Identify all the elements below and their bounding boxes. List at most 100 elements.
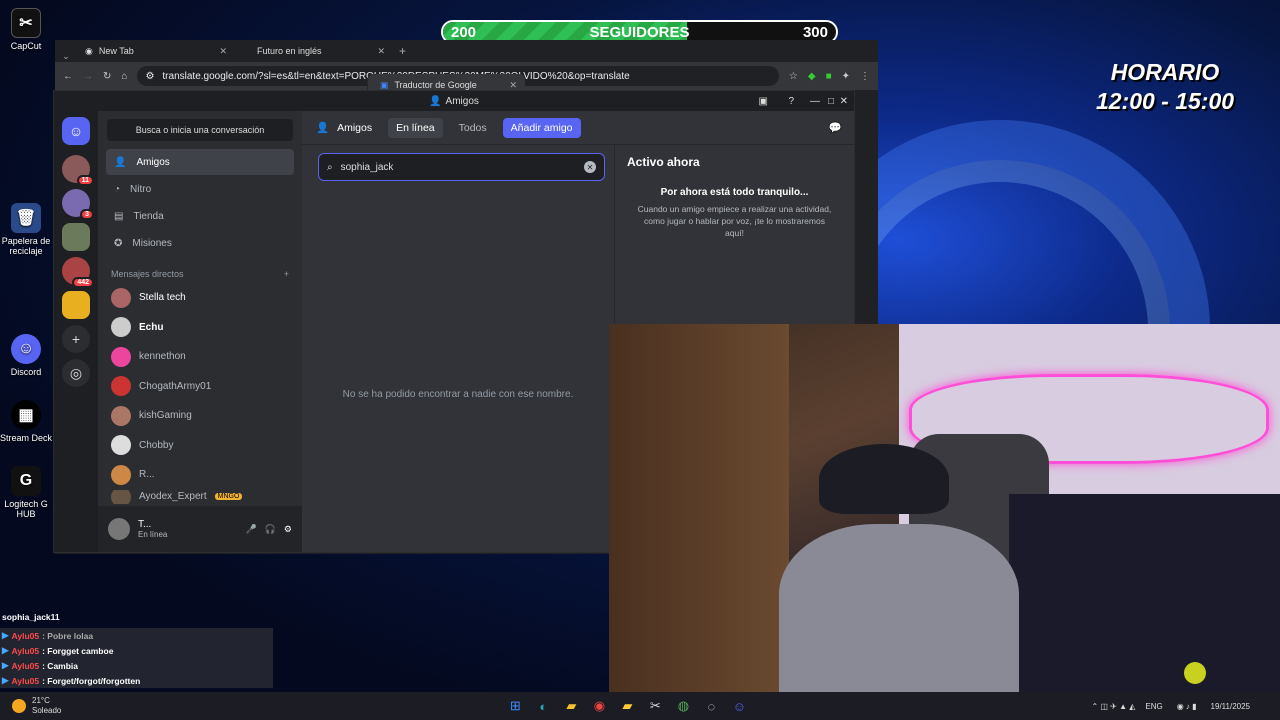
nav-friends[interactable]: 👤 Amigos	[106, 149, 294, 175]
server-icon[interactable]: 3	[62, 189, 94, 220]
clear-search-icon[interactable]: ✕	[584, 161, 596, 173]
avatar	[111, 376, 131, 397]
desktop-icon-label: Discord	[10, 367, 42, 377]
chat-message: ▶ Aylu05: Pobre lolaa	[0, 628, 273, 643]
minimize-icon[interactable]: —	[810, 96, 820, 107]
search-value: sophia_jack	[340, 161, 394, 173]
nav-quests[interactable]: ✪ Misiones	[106, 230, 294, 256]
file-explorer-icon[interactable]: ▰	[561, 696, 581, 716]
dm-name: kennethon	[139, 351, 186, 363]
discord-home-icon[interactable]: ☺	[62, 117, 90, 145]
friends-icon: 👤	[429, 95, 442, 107]
site-info-icon[interactable]: ⚙	[145, 71, 154, 82]
chat-user: Aylu05	[11, 630, 40, 641]
back-icon[interactable]: ←	[63, 71, 73, 82]
add-server-icon[interactable]: +	[62, 325, 90, 353]
avatar[interactable]	[108, 518, 130, 540]
desktop-icon-discord[interactable]: ☺ Discord	[0, 334, 52, 377]
extensions-puzzle-icon[interactable]: ✦	[842, 71, 850, 82]
shop-icon: ▤	[114, 210, 124, 222]
server-icon[interactable]: 442	[62, 257, 94, 288]
headphones-icon[interactable]: 🎧	[265, 524, 276, 535]
unread-badge: 3	[80, 209, 94, 220]
home-icon[interactable]: ⌂	[121, 71, 127, 82]
tab-new-tab[interactable]: ◉ New Tab ✕	[77, 40, 235, 62]
chat-text: : Cambia	[42, 660, 79, 671]
new-tab-button[interactable]: +	[399, 44, 406, 58]
dm-item[interactable]: Ayodex_Expert MNGO	[98, 489, 302, 504]
tab-all[interactable]: Todos	[451, 118, 495, 138]
stream-chat: sophia_jack11 ▶ Aylu05: Pobre lolaa ▶ Aylu…	[0, 612, 273, 692]
close-tab-icon[interactable]: ✕	[219, 46, 227, 57]
desktop-icon-stream-deck[interactable]: ▦ Stream Deck	[0, 400, 52, 443]
tab-online[interactable]: En línea	[388, 117, 443, 138]
nav-nitro[interactable]: ◔ Nitro	[106, 176, 294, 202]
extension-icon[interactable]: ◆	[808, 71, 816, 82]
dm-item[interactable]: Echu	[98, 313, 302, 343]
start-icon[interactable]: ⊞	[505, 696, 525, 716]
conversation-search[interactable]: Busca o inicia una conversación	[107, 119, 293, 141]
tab-futuro[interactable]: Futuro en inglés ✕	[235, 40, 393, 62]
desktop-icon-recycle-bin[interactable]: 🗑 Papelera de reciclaje	[0, 203, 52, 256]
logitech-icon: G	[11, 466, 41, 496]
weather-widget[interactable]: 21°C Soleado	[32, 696, 61, 716]
friends-heading: Amigos	[337, 121, 373, 134]
maximize-icon[interactable]: □	[828, 96, 834, 107]
reload-icon[interactable]: ↻	[103, 71, 111, 82]
close-tab-icon[interactable]: ✕	[377, 46, 385, 57]
avatar	[111, 464, 131, 485]
forward-icon[interactable]: →	[83, 71, 93, 82]
dm-item[interactable]: kishGaming	[98, 401, 302, 431]
server-icon[interactable]	[62, 291, 90, 319]
friend-search-input[interactable]: ⌕ sophia_jack ✕	[318, 153, 605, 181]
taskbar-apps: ⊞ ◐ ▰ ◉ ▰ ✂ ◍ ◌ ☺	[501, 696, 753, 716]
help-icon[interactable]: ?	[788, 96, 794, 107]
add-dm-icon[interactable]: +	[284, 269, 289, 279]
inbox-icon[interactable]: ▣	[759, 96, 768, 107]
dm-item[interactable]: Stella tech	[98, 283, 302, 313]
weather-sun-icon[interactable]	[12, 699, 26, 713]
tab-search-icon[interactable]: ⌄	[55, 51, 77, 62]
dm-item[interactable]: R...	[98, 460, 302, 490]
menu-icon[interactable]: ⋮	[860, 71, 870, 82]
obs-icon[interactable]: ◍	[673, 696, 693, 716]
desktop-icon-capcut[interactable]: ✂ CapCut	[0, 8, 52, 51]
clock-date[interactable]: 19/11/2025	[1211, 702, 1250, 711]
no-results-text: No se ha podido encontrar a nadie con es…	[342, 389, 574, 400]
close-icon[interactable]: ✕	[840, 96, 848, 107]
microphone-icon[interactable]: 🎤	[245, 524, 256, 535]
explore-icon[interactable]: ◎	[62, 359, 90, 387]
webcam-ball	[1184, 662, 1206, 684]
chat-message: ▶ Aylu05: Forgget camboe	[0, 643, 273, 658]
bookmark-star-icon[interactable]: ☆	[789, 71, 798, 82]
network-volume-icons[interactable]: ◉ ♪ ▮	[1177, 702, 1197, 711]
server-icon[interactable]: 11	[62, 155, 94, 186]
desktop-icon-logitech[interactable]: G Logitech G HUB	[0, 466, 52, 519]
chrome-icon[interactable]: ◉	[589, 696, 609, 716]
tab-label: Futuro en inglés	[257, 46, 322, 56]
close-tab-icon[interactable]: ✕	[509, 80, 517, 91]
follower-min: 200	[451, 23, 477, 41]
new-group-dm-icon[interactable]: 💬	[829, 121, 842, 134]
app-icon[interactable]: ◌	[701, 696, 721, 716]
capcut-icon[interactable]: ✂	[645, 696, 665, 716]
chat-user: Aylu05	[11, 660, 40, 671]
dm-item[interactable]: kennethon	[98, 342, 302, 372]
folder-icon[interactable]: ▰	[617, 696, 637, 716]
nav-shop[interactable]: ▤ Tienda	[106, 203, 294, 229]
server-icon[interactable]	[62, 223, 90, 251]
tab-label: New Tab	[98, 46, 134, 56]
extension-icon-2[interactable]: ■	[826, 71, 832, 82]
discord-icon: ☺	[11, 334, 41, 364]
discord-icon[interactable]: ☺	[729, 696, 749, 716]
discord-titlebar: 👤 Amigos ▣ ? — □ ✕	[54, 91, 854, 111]
language-indicator[interactable]: ENG	[1145, 702, 1162, 711]
translate-icon: ▣	[380, 79, 389, 90]
dm-item[interactable]: ChogathArmy01	[98, 372, 302, 402]
edge-icon[interactable]: ◐	[533, 696, 553, 716]
tray-icons[interactable]: ⌃ ◫ ✈ ▲ ◭	[1091, 702, 1135, 711]
dm-item[interactable]: Chobby	[98, 431, 302, 461]
add-friend-button[interactable]: Añadir amigo	[502, 117, 581, 138]
settings-gear-icon[interactable]: ⚙	[284, 524, 292, 535]
chat-text: : Forgget camboe	[42, 645, 114, 656]
